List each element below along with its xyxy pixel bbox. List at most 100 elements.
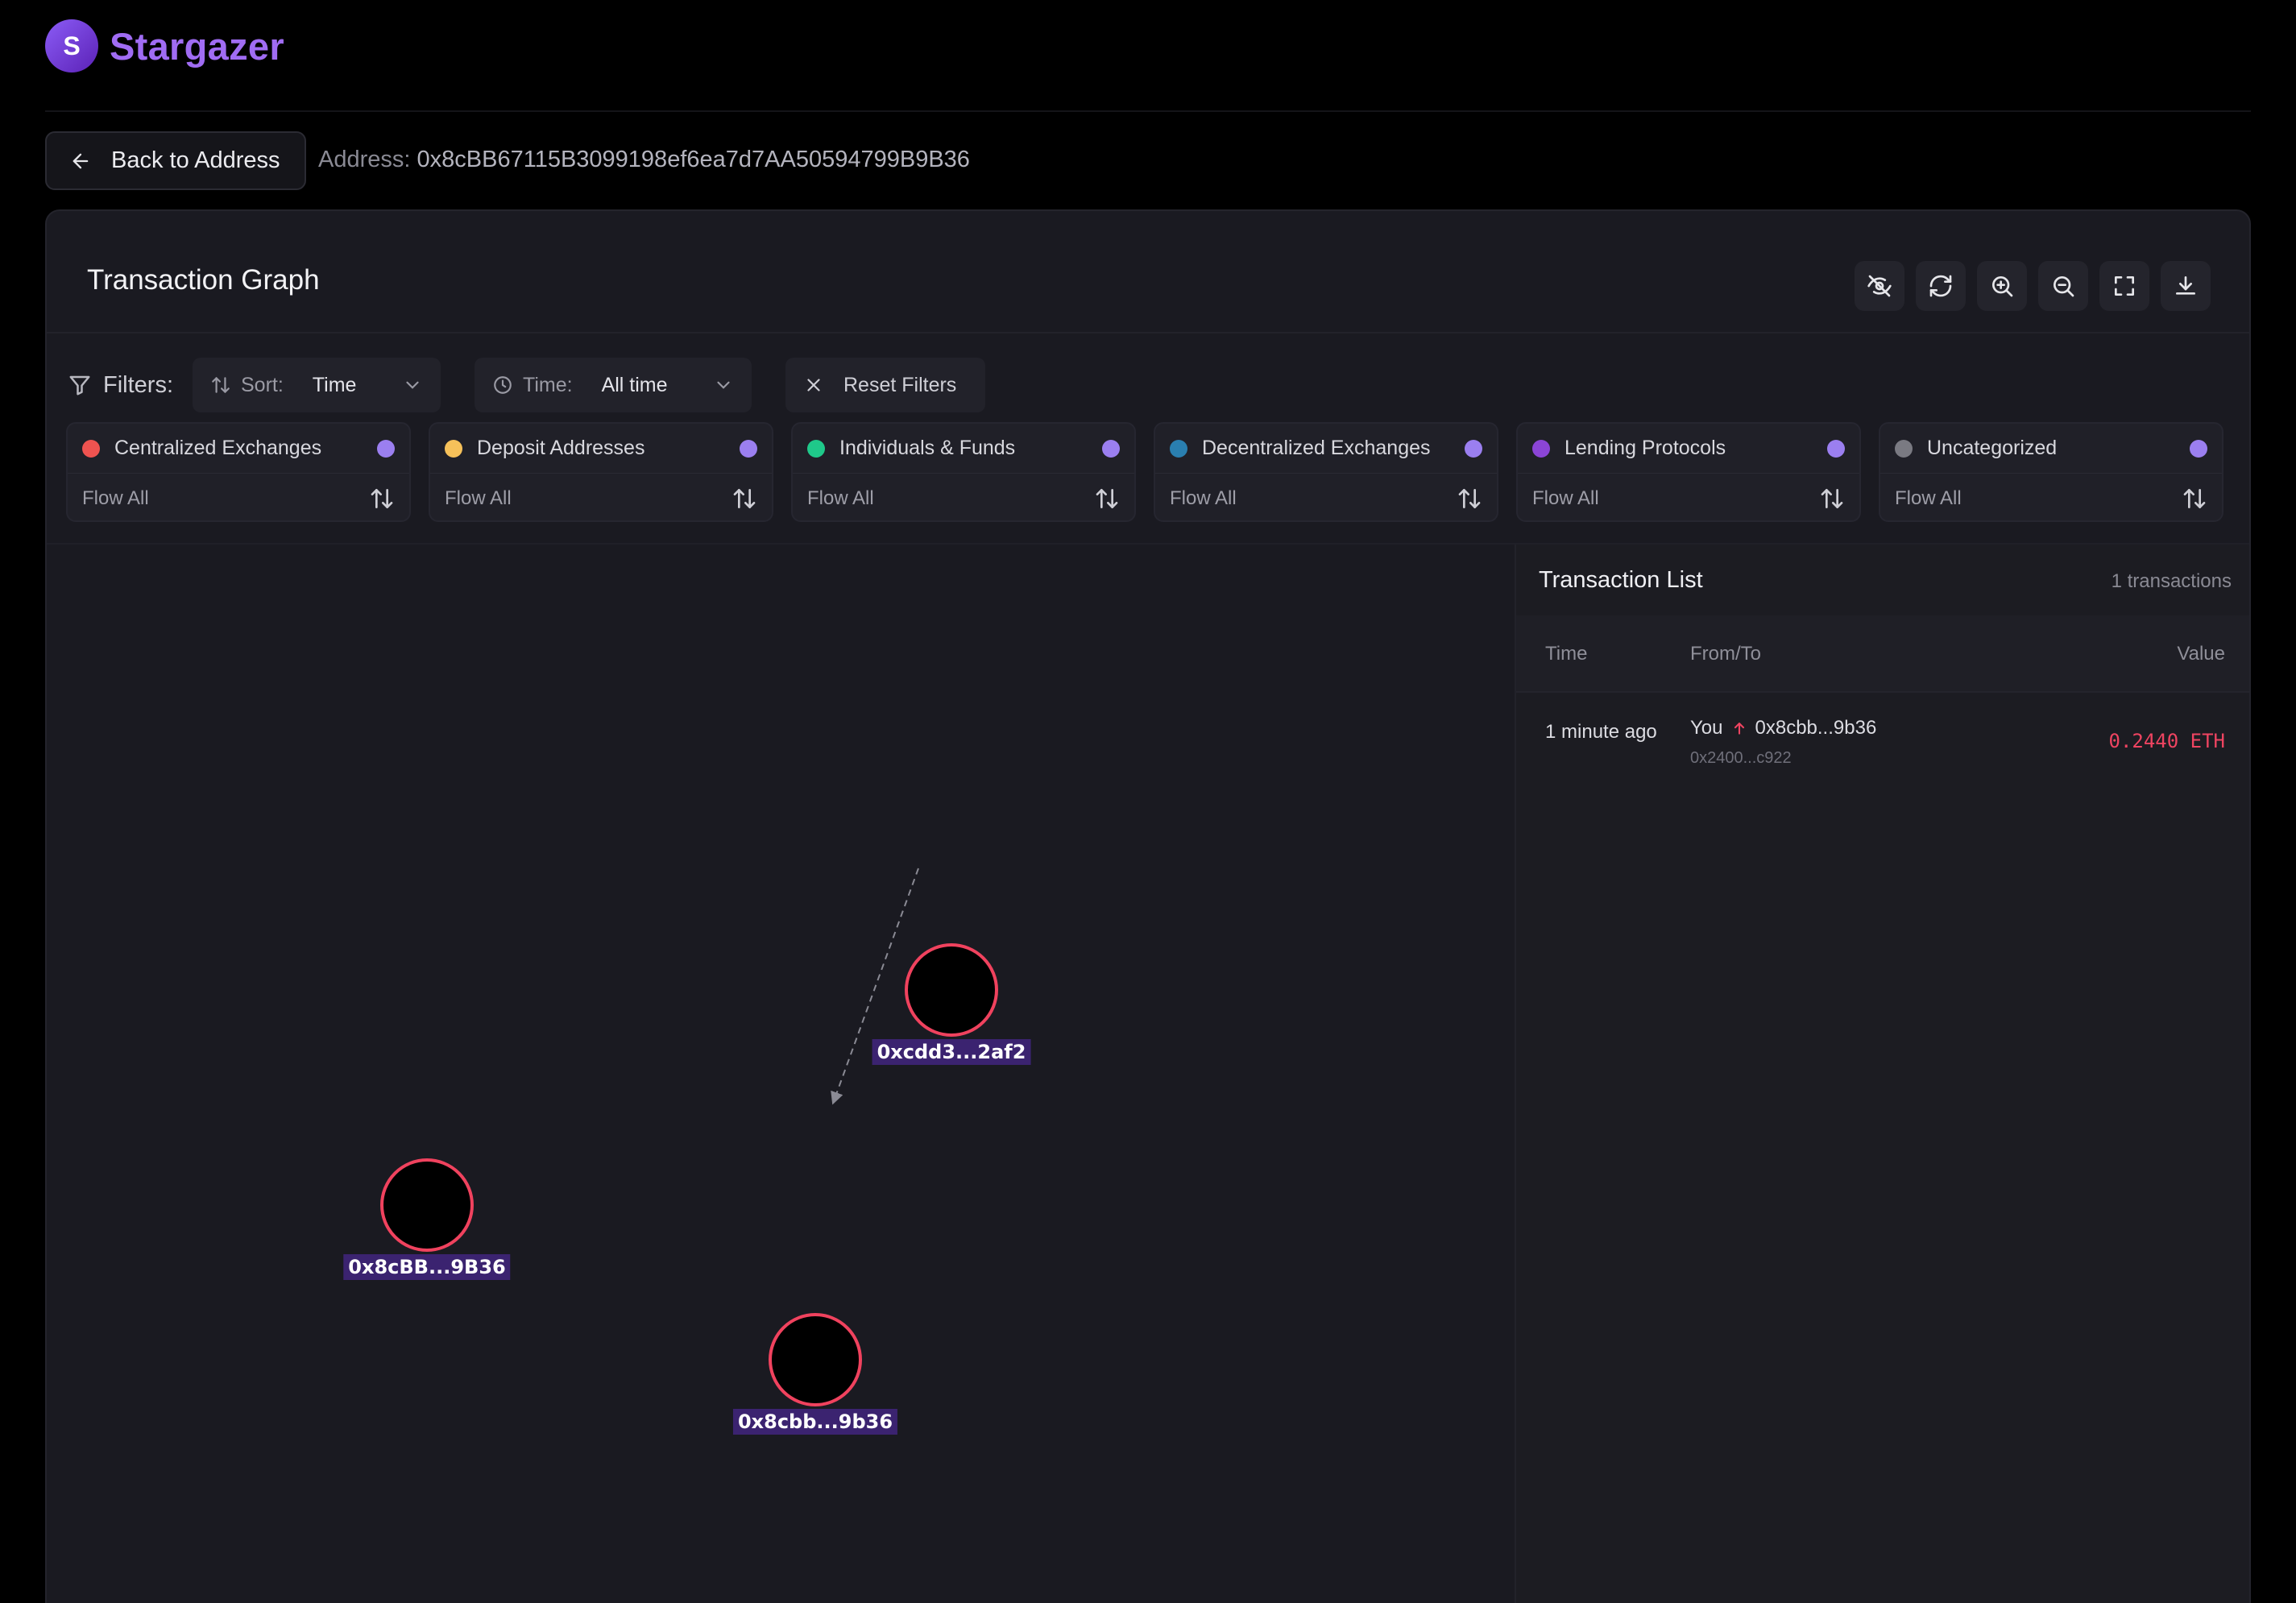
header-divider: [45, 110, 2251, 112]
graph-toolbar: [1855, 261, 2211, 311]
transaction-graph-card: Transaction Graph Filters: Sort: Time Ti…: [45, 209, 2251, 1603]
arrow-up-icon: [1734, 723, 1744, 735]
category-card-lending-protocols: Lending Protocols Flow All: [1516, 422, 1861, 522]
zoom-in-icon: [1992, 276, 2013, 297]
refresh-button[interactable]: [1916, 261, 1966, 311]
arrow-left-icon: [73, 153, 89, 168]
back-button-label: Back to Address: [111, 147, 280, 173]
swap-vertical-icon[interactable]: [1819, 486, 1845, 512]
back-to-address-button[interactable]: Back to Address: [45, 131, 306, 190]
sort-icon: [212, 377, 230, 393]
fullscreen-button[interactable]: [2099, 261, 2149, 311]
reset-filters-label: Reset Filters: [843, 373, 957, 396]
filters-label-text: Filters:: [103, 371, 173, 398]
time-label: Time:: [523, 373, 573, 396]
table-row[interactable]: 1 minute ago You 0x8cbb...9b36 0x2400...…: [1516, 693, 2249, 788]
node-label[interactable]: 0xcdd3...2af2: [872, 1039, 1031, 1065]
close-icon: [807, 379, 820, 391]
graph-svg: [380, 868, 998, 1406]
category-color-dot: [1170, 439, 1187, 458]
category-card-uncategorized: Uncategorized Flow All: [1879, 422, 2223, 522]
filters-row: Filters: Sort: Time Time: All time Reset…: [68, 354, 985, 416]
category-toggle[interactable]: [2190, 439, 2207, 458]
column-header-time[interactable]: Time: [1545, 643, 1587, 665]
chevron-down-icon: [717, 381, 730, 389]
node-label[interactable]: 0x8cBB...9B36: [343, 1254, 511, 1280]
category-name: Centralized Exchanges: [114, 437, 322, 459]
swap-vertical-icon[interactable]: [1457, 486, 1482, 512]
filter-icon: [69, 375, 90, 396]
category-toggle[interactable]: [740, 439, 757, 458]
brand-name[interactable]: Stargazer: [110, 24, 284, 68]
swap-vertical-icon[interactable]: [1094, 486, 1120, 512]
zoom-out-icon: [2054, 276, 2074, 297]
category-flow[interactable]: Flow All: [445, 487, 512, 510]
filters-label: Filters:: [68, 372, 173, 399]
category-name: Deposit Addresses: [477, 437, 645, 459]
sort-label: Sort:: [241, 373, 284, 396]
refresh-icon: [1929, 275, 1952, 297]
column-header-value[interactable]: Value: [2177, 643, 2225, 665]
card-header-divider: [47, 332, 2249, 333]
category-name: Individuals & Funds: [839, 437, 1016, 459]
address-value: 0x8cBB67115B3099198ef6ea7d7AA50594799B9B…: [417, 147, 970, 172]
category-name: Uncategorized: [1927, 437, 2058, 459]
tx-from: You: [1690, 717, 1723, 739]
time-value: All time: [601, 373, 668, 396]
category-flow[interactable]: Flow All: [1170, 487, 1237, 510]
zoom-out-button[interactable]: [2038, 261, 2088, 311]
category-name: Decentralized Exchanges: [1202, 437, 1431, 459]
tx-hash[interactable]: 0x2400...c922: [1690, 749, 1792, 768]
toggle-visibility-button[interactable]: [1855, 261, 1904, 311]
graph-canvas[interactable]: 0xcdd3...2af2 0x8cBB...9B36 0x8cbb...9b3…: [47, 545, 1513, 1603]
swap-vertical-icon[interactable]: [2182, 486, 2207, 512]
category-color-dot: [1532, 439, 1550, 458]
time-select[interactable]: Time: All time: [475, 358, 752, 412]
swap-vertical-icon[interactable]: [369, 486, 395, 512]
graph-node[interactable]: [905, 943, 998, 1037]
download-button[interactable]: [2161, 261, 2211, 311]
sort-select[interactable]: Sort: Time: [193, 358, 441, 412]
column-header-from-to[interactable]: From/To: [1690, 643, 1761, 665]
logo-badge[interactable]: S: [45, 19, 98, 72]
category-toggle[interactable]: [1827, 439, 1845, 458]
transaction-count: 1 transactions: [2111, 570, 2232, 592]
graph-node[interactable]: [769, 1313, 862, 1406]
transaction-table-header: Time From/To Value: [1516, 615, 2249, 693]
category-flow[interactable]: Flow All: [1532, 487, 1599, 510]
category-card-individuals-funds: Individuals & Funds Flow All: [791, 422, 1136, 522]
category-toggle[interactable]: [1465, 439, 1482, 458]
fullscreen-icon: [2115, 276, 2134, 296]
tx-to[interactable]: 0x8cbb...9b36: [1755, 717, 1877, 739]
category-flow[interactable]: Flow All: [807, 487, 874, 510]
category-card-deposit-addresses: Deposit Addresses Flow All: [429, 422, 773, 522]
node-label[interactable]: 0x8cbb...9b36: [732, 1409, 898, 1435]
category-color-dot: [445, 439, 462, 458]
transaction-list-panel: Transaction List 1 transactions Time Fro…: [1515, 545, 2249, 1603]
category-flow[interactable]: Flow All: [82, 487, 149, 510]
category-toggle[interactable]: [377, 439, 395, 458]
category-card-decentralized-exchanges: Decentralized Exchanges Flow All: [1154, 422, 1498, 522]
chevron-down-icon: [406, 381, 419, 389]
graph-node[interactable]: [380, 1158, 474, 1252]
category-flow[interactable]: Flow All: [1895, 487, 1962, 510]
category-toggle[interactable]: [1102, 439, 1120, 458]
card-title: Transaction Graph: [87, 264, 320, 296]
eye-off-icon: [1867, 275, 1892, 297]
tx-time: 1 minute ago: [1545, 721, 1657, 743]
reset-filters-button[interactable]: Reset Filters: [785, 358, 985, 412]
download-icon: [2176, 276, 2195, 295]
clock-icon: [494, 376, 512, 394]
tx-from-to: You 0x8cbb...9b36: [1690, 717, 1876, 739]
category-color-dot: [1895, 439, 1913, 458]
category-card-centralized-exchanges: Centralized Exchanges Flow All: [66, 422, 411, 522]
swap-vertical-icon[interactable]: [731, 486, 757, 512]
address-display: Address: 0x8cBB67115B3099198ef6ea7d7AA50…: [318, 147, 970, 173]
category-color-dot: [807, 439, 825, 458]
category-name: Lending Protocols: [1565, 437, 1726, 459]
sort-value: Time: [312, 373, 357, 396]
category-color-dot: [82, 439, 100, 458]
zoom-in-button[interactable]: [1977, 261, 2027, 311]
transaction-list-title: Transaction List: [1539, 567, 1703, 593]
address-prefix: Address:: [318, 147, 411, 172]
